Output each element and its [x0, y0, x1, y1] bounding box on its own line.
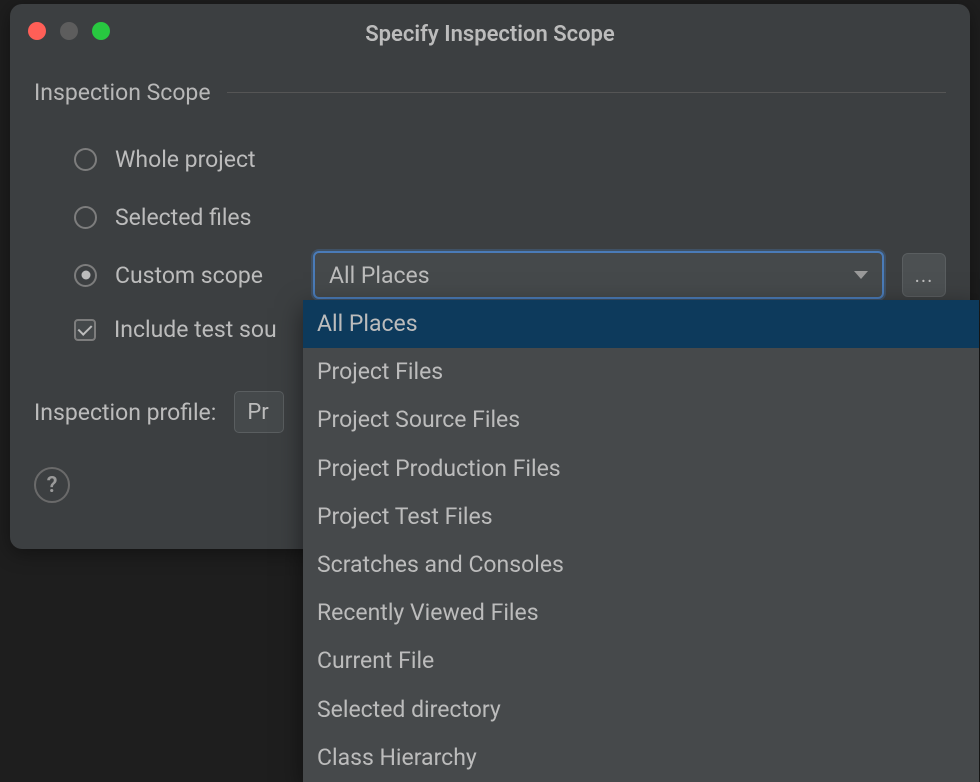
- scope-dropdown-menu: All Places Project Files Project Source …: [303, 300, 979, 782]
- radio-custom-scope[interactable]: [74, 264, 97, 287]
- radio-label: Whole project: [115, 146, 256, 173]
- titlebar: Specify Inspection Scope: [10, 4, 970, 61]
- maximize-window-button[interactable]: [92, 22, 110, 40]
- checkbox-label: Include test sou: [114, 316, 277, 343]
- radio-whole-project[interactable]: Whole project: [34, 130, 946, 188]
- radio-custom-scope-row: Custom scope All Places ...: [34, 246, 946, 304]
- section-label: Inspection Scope: [34, 79, 211, 106]
- profile-dropdown[interactable]: Pr: [234, 391, 284, 433]
- divider: [227, 92, 946, 93]
- profile-label: Inspection profile:: [34, 399, 216, 426]
- menu-item-selected-directory[interactable]: Selected directory: [303, 686, 979, 734]
- dropdown-selected-text: All Places: [329, 262, 854, 289]
- ellipsis-icon: ...: [915, 263, 934, 287]
- menu-item-project-test-files[interactable]: Project Test Files: [303, 493, 979, 541]
- radio-icon[interactable]: [74, 206, 97, 229]
- menu-item-project-source-files[interactable]: Project Source Files: [303, 396, 979, 444]
- profile-value: Pr: [247, 400, 268, 425]
- checkbox-icon[interactable]: [74, 319, 96, 341]
- help-button[interactable]: ?: [34, 467, 70, 503]
- menu-item-current-file[interactable]: Current File: [303, 637, 979, 685]
- menu-item-project-production-files[interactable]: Project Production Files: [303, 445, 979, 493]
- scope-dropdown[interactable]: All Places: [313, 251, 884, 299]
- menu-item-scratches-and-consoles[interactable]: Scratches and Consoles: [303, 541, 979, 589]
- radio-selected-files[interactable]: Selected files: [34, 188, 946, 246]
- minimize-window-button[interactable]: [60, 22, 78, 40]
- menu-item-all-places[interactable]: All Places: [303, 300, 979, 348]
- dialog-title: Specify Inspection Scope: [26, 16, 954, 53]
- help-icon: ?: [47, 473, 58, 498]
- close-window-button[interactable]: [28, 22, 46, 40]
- section-header: Inspection Scope: [34, 79, 946, 106]
- radio-icon[interactable]: [74, 148, 97, 171]
- menu-item-project-files[interactable]: Project Files: [303, 348, 979, 396]
- radio-label: Custom scope: [115, 262, 295, 289]
- scope-settings-button[interactable]: ...: [902, 253, 946, 297]
- menu-item-recently-viewed-files[interactable]: Recently Viewed Files: [303, 589, 979, 637]
- traffic-lights: [28, 22, 110, 40]
- menu-item-class-hierarchy[interactable]: Class Hierarchy: [303, 734, 979, 782]
- radio-label: Selected files: [115, 204, 251, 231]
- chevron-down-icon: [854, 271, 868, 279]
